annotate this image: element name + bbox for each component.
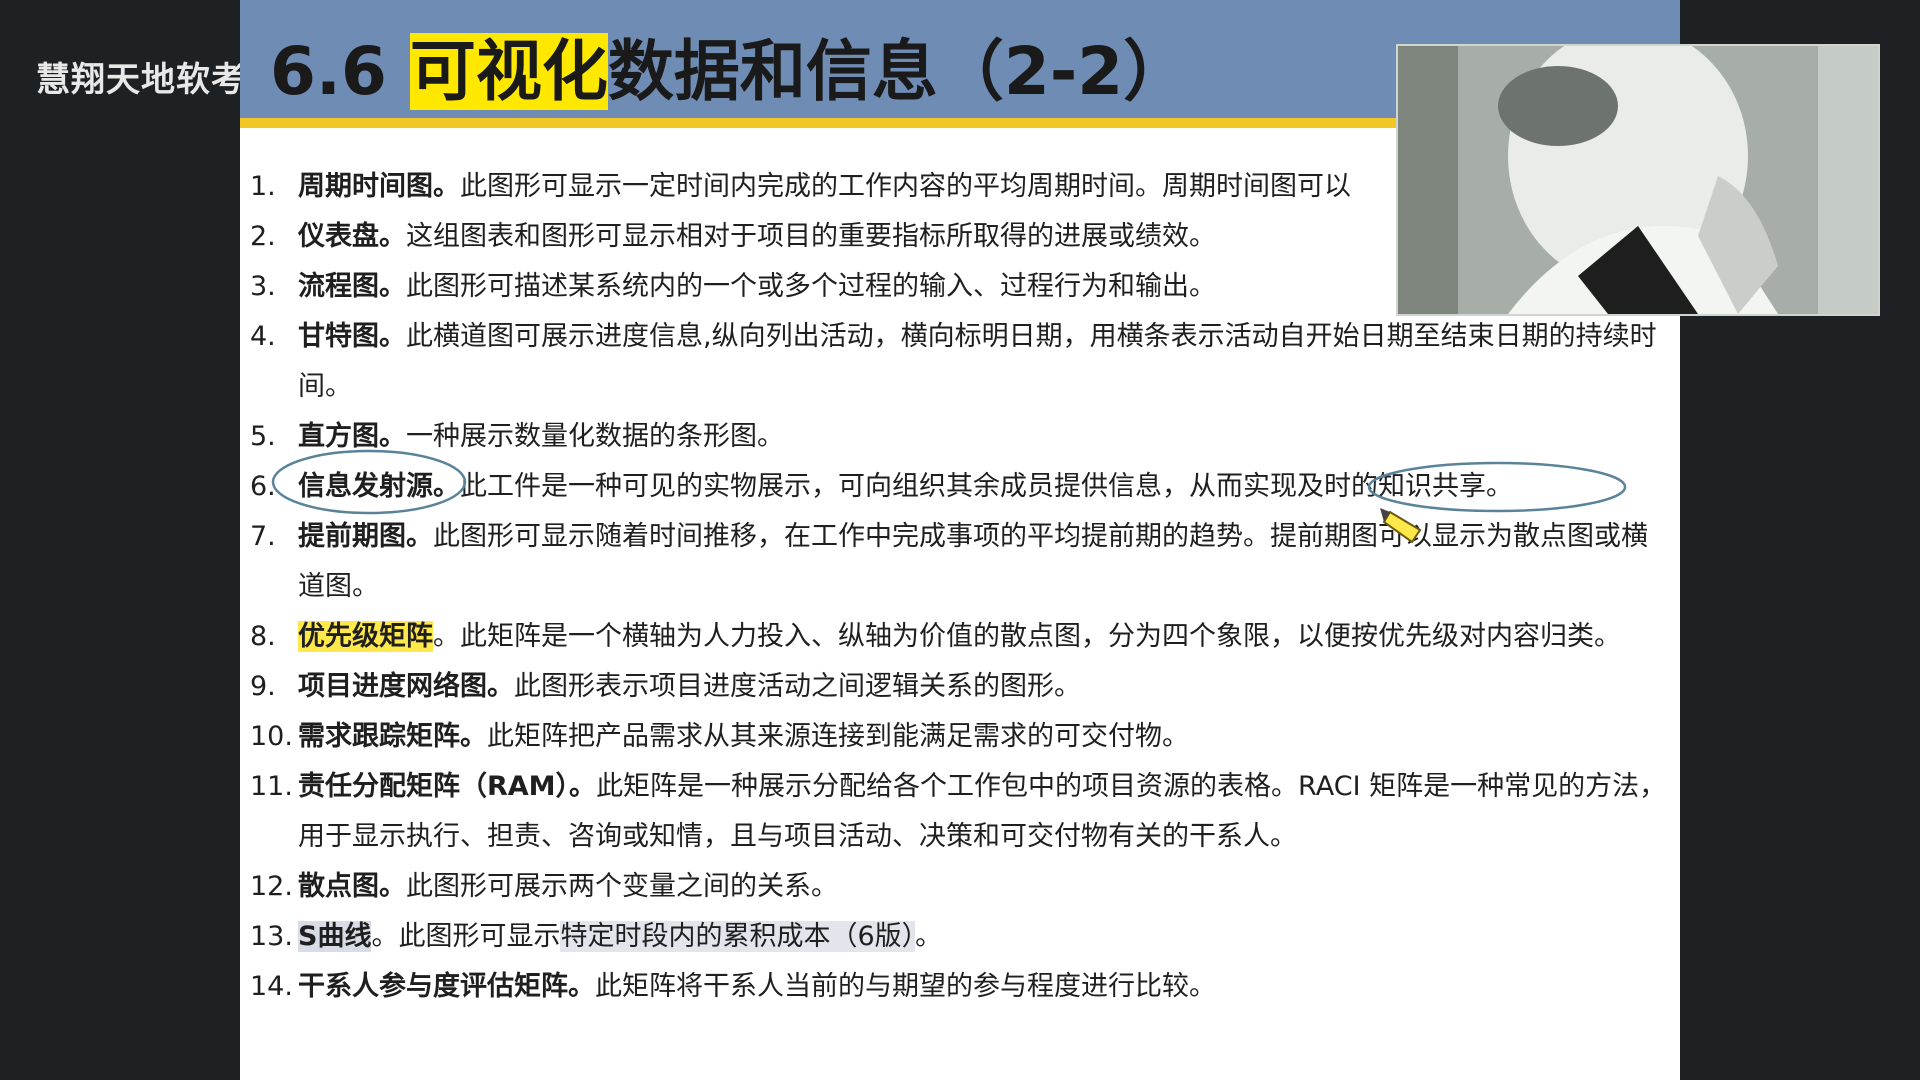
item-body: 散点图。此图形可展示两个变量之间的关系。 (298, 862, 1670, 912)
item-number: 12. (250, 871, 293, 902)
item-body: 项目进度网络图。此图形表示项目进度活动之间逻辑关系的图形。 (298, 662, 1670, 712)
list-item: 11. 责任分配矩阵（RAM）。此矩阵是一种展示分配给各个工作包中的项目资源的表格… (250, 762, 1670, 862)
title-rest: 数据和信息（2-2） (607, 33, 1190, 110)
slide-title: 6.6 可视化数据和信息（2-2） (270, 18, 1189, 114)
item-number: 14. (250, 971, 293, 1002)
list-item: 12. 散点图。此图形可展示两个变量之间的关系。 (250, 862, 1670, 912)
item-term: 直方图。 (298, 421, 406, 452)
item-text: 此图形可显示随着时间推移，在工作中完成事项的平均提前期的趋势。提前期图可以显示为… (298, 521, 1648, 602)
item-text: 。此矩阵是一个横轴为人力投入、纵轴为价值的散点图，分为四个象限，以便按优先级对内… (433, 621, 1621, 652)
item-number: 6. (250, 471, 276, 502)
list-item: 5. 直方图。一种展示数量化数据的条形图。 (250, 412, 1670, 462)
item-number: 8. (250, 621, 276, 652)
item-text: 此矩阵把产品需求从其来源连接到能满足需求的可交付物。 (487, 721, 1189, 752)
item-number: 7. (250, 521, 276, 552)
item-term: 提前期图。 (298, 521, 433, 552)
item-number: 13. (250, 921, 293, 952)
item-term: 周期时间图。 (298, 171, 460, 202)
list-item: 8. 优先级矩阵。此矩阵是一个横轴为人力投入、纵轴为价值的散点图，分为四个象限，以… (250, 612, 1670, 662)
item-term: 干系人参与度评估矩阵。 (298, 971, 595, 1002)
item-term: 责任分配矩阵（RAM）。 (298, 771, 597, 802)
item-body: 提前期图。此图形可显示随着时间推移，在工作中完成事项的平均提前期的趋势。提前期图… (298, 512, 1670, 612)
item-number: 10. (250, 721, 293, 752)
item-number: 5. (250, 421, 276, 452)
item-number: 3. (250, 271, 276, 302)
item-number: 9. (250, 671, 276, 702)
list-item: 4. 甘特图。此横道图可展示进度信息,纵向列出活动，横向标明日期，用横条表示活动自… (250, 312, 1670, 412)
item-term: 散点图。 (298, 871, 406, 902)
item-term: S曲线 (298, 921, 372, 952)
list-item: 13. S曲线。此图形可显示特定时段内的累积成本（6版）。 (250, 912, 1670, 962)
item-term: 流程图。 (298, 271, 406, 302)
item-body: 信息发射源。此工件是一种可见的实物展示，可向组织其余成员提供信息，从而实现及时的… (298, 462, 1670, 512)
item-text: 此工件是一种可见的实物展示，可向组织其余成员提供信息，从而实现及时的知识共享。 (460, 471, 1513, 502)
item-text: 一种展示数量化数据的条形图。 (406, 421, 784, 452)
item-text: 这组图表和图形可显示相对于项目的重要指标所取得的进展或绩效。 (406, 221, 1216, 252)
item-text: 此横道图可展示进度信息,纵向列出活动，横向标明日期，用横条表示活动自开始日期至结… (298, 321, 1657, 402)
list-item: 6. 信息发射源。此工件是一种可见的实物展示，可向组织其余成员提供信息，从而实现及… (250, 462, 1670, 512)
item-body: S曲线。此图形可显示特定时段内的累积成本（6版）。 (298, 912, 1670, 962)
item-number: 2. (250, 221, 276, 252)
item-text: 此图形可显示一定时间内完成的工作内容的平均周期时间。周期时间图可以 (460, 171, 1351, 202)
item-body: 直方图。一种展示数量化数据的条形图。 (298, 412, 1670, 462)
item-text: 此图形可描述某系统内的一个或多个过程的输入、过程行为和输出。 (406, 271, 1216, 302)
item-text: 此图形可展示两个变量之间的关系。 (406, 871, 838, 902)
list-item: 7. 提前期图。此图形可显示随着时间推移，在工作中完成事项的平均提前期的趋势。提前… (250, 512, 1670, 612)
item-term: 需求跟踪矩阵。 (298, 721, 487, 752)
item-number: 11. (250, 771, 293, 802)
item-term: 项目进度网络图。 (298, 671, 514, 702)
watermark-text: 慧翔天地软考 (36, 60, 246, 100)
item-body: 责任分配矩阵（RAM）。此矩阵是一种展示分配给各个工作包中的项目资源的表格。RA… (298, 762, 1670, 862)
item-body: 优先级矩阵。此矩阵是一个横轴为人力投入、纵轴为价值的散点图，分为四个象限，以便按… (298, 612, 1670, 662)
item-number: 4. (250, 321, 276, 352)
item-text: 此矩阵将干系人当前的与期望的参与程度进行比较。 (595, 971, 1216, 1002)
list-item: 14. 干系人参与度评估矩阵。此矩阵将干系人当前的与期望的参与程度进行比较。 (250, 962, 1670, 1012)
presenter-video-icon (1398, 46, 1878, 314)
item-body: 需求跟踪矩阵。此矩阵把产品需求从其来源连接到能满足需求的可交付物。 (298, 712, 1670, 762)
title-prefix: 6.6 (270, 33, 410, 110)
item-term: 信息发射源。 (298, 471, 460, 502)
list-item: 10. 需求跟踪矩阵。此矩阵把产品需求从其来源连接到能满足需求的可交付物。 (250, 712, 1670, 762)
item-term: 甘特图。 (298, 321, 406, 352)
webcam-overlay (1396, 44, 1880, 316)
item-text: 。此图形可显示 (371, 921, 561, 952)
list-item: 9. 项目进度网络图。此图形表示项目进度活动之间逻辑关系的图形。 (250, 662, 1670, 712)
item-text: 。 (915, 921, 943, 952)
item-text: 此图形表示项目进度活动之间逻辑关系的图形。 (514, 671, 1081, 702)
item-number: 1. (250, 171, 276, 202)
title-highlight: 可视化 (409, 33, 608, 110)
item-term: 优先级矩阵 (298, 621, 433, 652)
item-term: 仪表盘。 (298, 221, 406, 252)
item-body: 甘特图。此横道图可展示进度信息,纵向列出活动，横向标明日期，用横条表示活动自开始… (298, 312, 1670, 412)
item-body: 干系人参与度评估矩阵。此矩阵将干系人当前的与期望的参与程度进行比较。 (298, 962, 1670, 1012)
item-text-highlight: 特定时段内的累积成本（6版） (560, 921, 916, 952)
